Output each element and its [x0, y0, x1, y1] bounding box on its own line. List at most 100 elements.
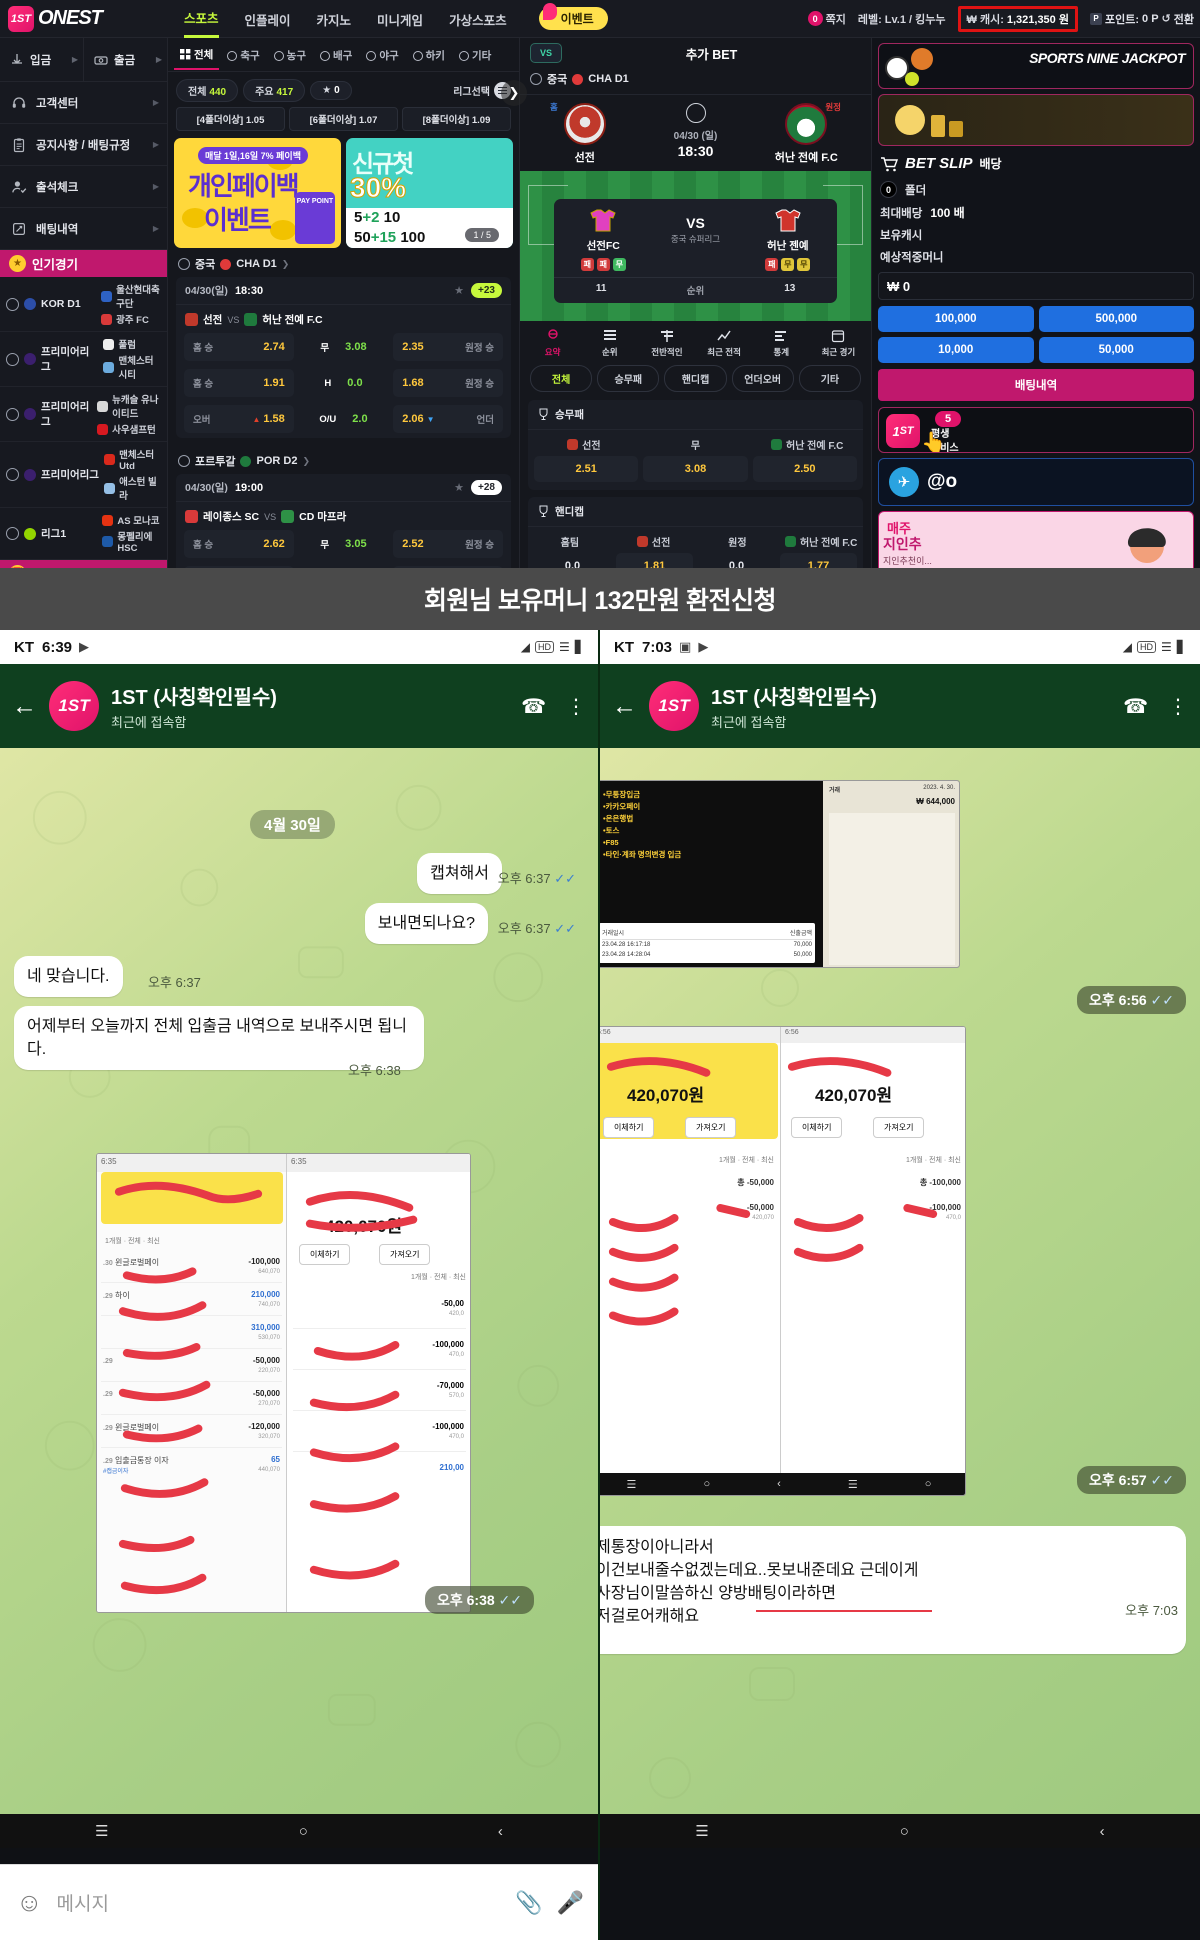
attachment-icon[interactable]: 📎: [515, 1890, 542, 1916]
odds-draw[interactable]: 무 3.08: [298, 333, 389, 361]
nav-sports[interactable]: 스포츠: [184, 0, 219, 38]
league-header[interactable]: 포르투갈 POR D2 ❯: [168, 445, 519, 474]
emoji-icon[interactable]: ☺: [16, 1887, 43, 1918]
market-tab-handicap[interactable]: 핸디캡: [664, 365, 727, 392]
market-tab-etc[interactable]: 기타: [798, 365, 862, 392]
microphone-icon[interactable]: 🎤: [557, 1890, 584, 1916]
filter-all[interactable]: 전체 440: [176, 79, 239, 102]
banner-new-member[interactable]: 신규첫 30% 5+2 10 50+15 100 1 / 5: [346, 138, 513, 248]
quick-amount-50000[interactable]: 50,000: [1038, 337, 1194, 363]
more-icon[interactable]: ⋮: [566, 694, 586, 719]
back-icon[interactable]: ←: [12, 692, 37, 721]
home-icon[interactable]: ○: [900, 1823, 909, 1840]
more-markets-badge[interactable]: +23: [471, 283, 502, 298]
back-nav-icon[interactable]: ‹: [1100, 1823, 1105, 1840]
market-tab-underover[interactable]: 언더오버: [731, 365, 794, 392]
referral-banner[interactable]: 매주 지인추 지인추천이...: [878, 511, 1194, 568]
site-logo[interactable]: 1ST ONEST: [0, 5, 160, 32]
attached-screenshot-top[interactable]: •무통장입금 •카카오페이 •온은행법 •토스 •F85 •타인·계좌 명의변경…: [600, 780, 960, 968]
odds-home[interactable]: 홈 승 2.74: [184, 333, 294, 361]
avatar[interactable]: 1ST: [649, 681, 699, 731]
odds-home[interactable]: 2.51: [534, 456, 639, 482]
tab-hockey[interactable]: 하키: [407, 40, 451, 69]
home-icon[interactable]: ○: [299, 1823, 308, 1840]
popular-match-row[interactable]: 프리미어리그 맨체스터 Utd 애스턴 빌라: [0, 442, 167, 508]
tab-ranking[interactable]: 순위: [581, 329, 638, 358]
market-tab-1x2[interactable]: 승무패: [597, 365, 660, 392]
tab-recent-record[interactable]: 최근 전적: [696, 329, 753, 358]
carousel-next-icon[interactable]: ❯: [501, 80, 527, 106]
event-button[interactable]: 이벤트: [538, 3, 608, 30]
attached-bank-screenshot[interactable]: 6:35 1개월 · 전체 · 최신 .30 윈글로벌페이 -100,000 640…: [96, 1153, 471, 1613]
withdraw-button[interactable]: 출금 ▶: [84, 38, 167, 81]
odds-away[interactable]: 2.35 원정 승: [393, 333, 503, 361]
back-nav-icon[interactable]: ‹: [498, 1823, 503, 1840]
quick-amount-10000[interactable]: 10,000: [878, 337, 1034, 363]
odds-draw[interactable]: 3.08: [643, 456, 748, 482]
league-header[interactable]: 중국 CHA D1 ❯: [168, 248, 519, 277]
more-icon[interactable]: ⋮: [1168, 694, 1188, 719]
tab-etc[interactable]: 기타: [453, 40, 497, 69]
favorite-star-icon[interactable]: ★: [454, 481, 464, 494]
jackpot-banner[interactable]: SPORTS NINE JACKPOT: [878, 43, 1194, 89]
gold-banner[interactable]: [878, 94, 1194, 146]
back-icon[interactable]: ←: [612, 692, 637, 721]
favorite-star-icon[interactable]: ★: [454, 284, 464, 297]
bet-amount-input[interactable]: ₩ 0: [878, 272, 1194, 300]
popular-match-row[interactable]: 리그1 AS 모나코 몽펠리에 HSC: [0, 508, 167, 560]
promo-lifetime-banner[interactable]: 1 ST 5 평생 서비스 👆: [878, 407, 1194, 453]
quick-amount-500000[interactable]: 500,000: [1038, 306, 1194, 332]
market-tab-all[interactable]: 전체: [530, 365, 593, 392]
filter-main[interactable]: 주요 417: [243, 79, 306, 102]
attached-screenshot-bottom[interactable]: 6:56 420,070원 이체하기 가져오기 1개월 · 전체 · 최신 총 …: [600, 1026, 966, 1496]
banner-payback[interactable]: 매달 1일,16일 7% 페이백 개인페이백 이벤트 PAY POINT: [174, 138, 341, 248]
quick-amount-100000[interactable]: 100,000: [878, 306, 1034, 332]
tab-recent-match[interactable]: 최근 경기: [810, 329, 867, 358]
odds-away-handicap[interactable]: 1.68 원정 승: [393, 369, 503, 397]
deposit-button[interactable]: 입금 ▶: [0, 38, 84, 81]
nav-virtual-sports[interactable]: 가상스포츠: [449, 1, 507, 37]
odds-over[interactable]: 오버 ▲ 1.58: [184, 405, 294, 433]
odds-away[interactable]: 2.50: [752, 456, 857, 482]
popular-match-row[interactable]: 프리미어리그 뉴캐슬 유나이티드 사우샘프턴: [0, 387, 167, 442]
odds-away[interactable]: 2.52 원정 승: [393, 530, 503, 558]
tab-overall[interactable]: 전반적인: [638, 329, 695, 358]
odds-home[interactable]: 홈 승 2.62: [184, 530, 294, 558]
handicap-away-odds[interactable]: 1.77: [780, 553, 857, 568]
nav-casino[interactable]: 카지노: [317, 1, 352, 37]
handicap-home-odds[interactable]: 1.81: [616, 553, 693, 568]
telegram-banner[interactable]: ✈ @o: [878, 458, 1194, 506]
nav-inplay[interactable]: 인플레이: [245, 1, 291, 37]
sidebar-item-notice[interactable]: 공지사항 / 배팅규정 ▶: [0, 124, 167, 166]
sidebar-item-support[interactable]: 고객센터 ▶: [0, 82, 167, 124]
message-input[interactable]: 메시지: [57, 1889, 502, 1916]
popular-match-row[interactable]: 프리미어리그 풀럼 맨체스터 시티: [0, 332, 167, 387]
sidebar-item-attendance[interactable]: 출석체크 ▶: [0, 166, 167, 208]
bet-history-button[interactable]: 배팅내역: [878, 369, 1194, 401]
recents-icon[interactable]: ☰: [695, 1822, 708, 1840]
messages-indicator[interactable]: 0 쪽지: [807, 11, 846, 27]
odds-ou-line[interactable]: O/U 2.0: [298, 405, 389, 433]
fold-4[interactable]: [4폴더이상] 1.05: [176, 107, 285, 131]
tab-basketball[interactable]: 농구: [268, 40, 312, 69]
sidebar-item-bet-history[interactable]: 배팅내역 ▶: [0, 208, 167, 250]
tab-summary[interactable]: 요약: [524, 329, 581, 358]
tab-soccer[interactable]: 축구: [221, 40, 265, 69]
fold-6[interactable]: [6폴더이상] 1.07: [289, 107, 398, 131]
popular-match-row[interactable]: KOR D1 울산현대축구단 광주 FC: [0, 277, 167, 332]
filter-favorites[interactable]: ★ 0: [310, 81, 352, 100]
recents-icon[interactable]: ☰: [95, 1822, 108, 1840]
call-icon[interactable]: ☎: [521, 694, 546, 719]
tab-volleyball[interactable]: 배구: [314, 40, 358, 69]
refresh-icon[interactable]: ↺: [1162, 12, 1171, 25]
home-icon[interactable]: ○: [703, 1478, 710, 1490]
tab-all[interactable]: 전체: [174, 39, 220, 70]
fold-8[interactable]: [8폴더이상] 1.09: [402, 107, 511, 131]
more-markets-badge[interactable]: +28: [471, 480, 502, 495]
odds-home-handicap[interactable]: 홈 승 1.91: [184, 369, 294, 397]
recents-icon[interactable]: ☰: [627, 1478, 637, 1491]
exchange-label[interactable]: 전환: [1174, 11, 1194, 27]
nav-minigame[interactable]: 미니게임: [377, 1, 423, 37]
back-nav-icon[interactable]: ‹: [777, 1478, 781, 1490]
tab-stats[interactable]: 통계: [753, 329, 810, 358]
